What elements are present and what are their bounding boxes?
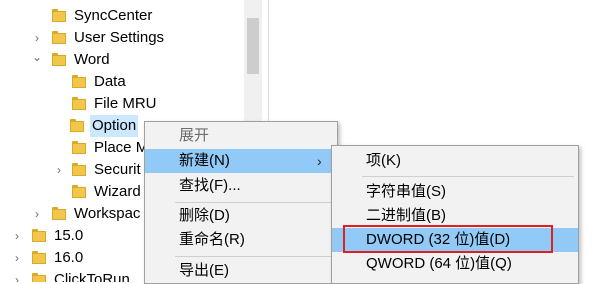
folder-icon (52, 53, 66, 67)
tree-item-label: Option (90, 115, 139, 137)
folder-icon (52, 9, 66, 23)
tree-item-label: Securit (94, 161, 141, 178)
tree-item-label: 15.0 (54, 227, 84, 244)
folder-icon (72, 163, 86, 177)
tree-item-label: File MRU (94, 95, 157, 112)
menu-item-label: 字符串值(S) (366, 183, 446, 200)
folder-icon (32, 273, 46, 282)
menu-item-new[interactable]: 新建(N) › (145, 149, 337, 173)
menu-separator (175, 202, 333, 203)
menu-item-label: 查找(F)... (179, 177, 241, 194)
tree-item-label: ClickToRun (54, 271, 130, 282)
menu-item-expand[interactable]: 展开 (145, 124, 337, 148)
tree-item-label: Word (74, 51, 110, 68)
context-menu: 展开 新建(N) › 查找(F)... 删除(D) 重命名(R) 导出(E) (144, 121, 338, 284)
tree-item-label: User Settings (74, 29, 165, 46)
folder-icon (32, 229, 46, 243)
submenu-item-string-value[interactable]: 字符串值(S) (332, 180, 578, 204)
folder-icon (52, 31, 66, 45)
menu-item-label: 展开 (179, 127, 210, 144)
folder-icon (70, 119, 84, 133)
menu-item-label: 新建(N) (179, 152, 230, 169)
menu-item-export[interactable]: 导出(E) (145, 259, 337, 283)
folder-icon (72, 141, 86, 155)
menu-item-rename[interactable]: 重命名(R) (145, 228, 337, 252)
menu-item-label: 项(K) (366, 152, 401, 169)
tree-item-label: Wizard (94, 183, 141, 200)
scrollbar-thumb[interactable] (247, 18, 259, 74)
chevron-right-icon[interactable]: › (12, 247, 22, 269)
folder-icon (72, 185, 86, 199)
menu-separator (362, 176, 574, 177)
menu-item-label: 删除(D) (179, 207, 230, 224)
chevron-right-icon[interactable]: › (54, 159, 64, 181)
tree-item-label: Workspac (74, 205, 141, 222)
highlight-annotation-box (343, 225, 553, 253)
chevron-down-icon[interactable]: ⌄ (32, 46, 42, 68)
folder-icon (72, 75, 86, 89)
submenu-item-key[interactable]: 项(K) (332, 149, 578, 173)
folder-icon (52, 207, 66, 221)
tree-item-label: Data (94, 73, 126, 90)
tree-item-label: SyncCenter (74, 7, 153, 24)
menu-item-label: 导出(E) (179, 262, 229, 279)
menu-item-label: 重命名(R) (179, 231, 245, 248)
new-submenu: 项(K) 字符串值(S) 二进制值(B) DWORD (32 位)值(D) QW… (331, 145, 579, 284)
submenu-arrow-icon: › (317, 153, 322, 169)
menu-item-delete[interactable]: 删除(D) (145, 204, 337, 228)
tree-item-label: Place M (94, 139, 149, 156)
menu-item-find[interactable]: 查找(F)... (145, 174, 337, 198)
chevron-right-icon[interactable]: › (32, 203, 42, 225)
menu-item-label: QWORD (64 位)值(Q) (366, 255, 512, 272)
submenu-item-qword-value[interactable]: QWORD (64 位)值(Q) (332, 252, 578, 276)
folder-icon (72, 97, 86, 111)
menu-separator (175, 256, 333, 257)
folder-icon (32, 251, 46, 265)
tree-item-label: 16.0 (54, 249, 84, 266)
chevron-right-icon[interactable]: › (12, 269, 22, 282)
chevron-right-icon[interactable]: › (12, 225, 22, 247)
